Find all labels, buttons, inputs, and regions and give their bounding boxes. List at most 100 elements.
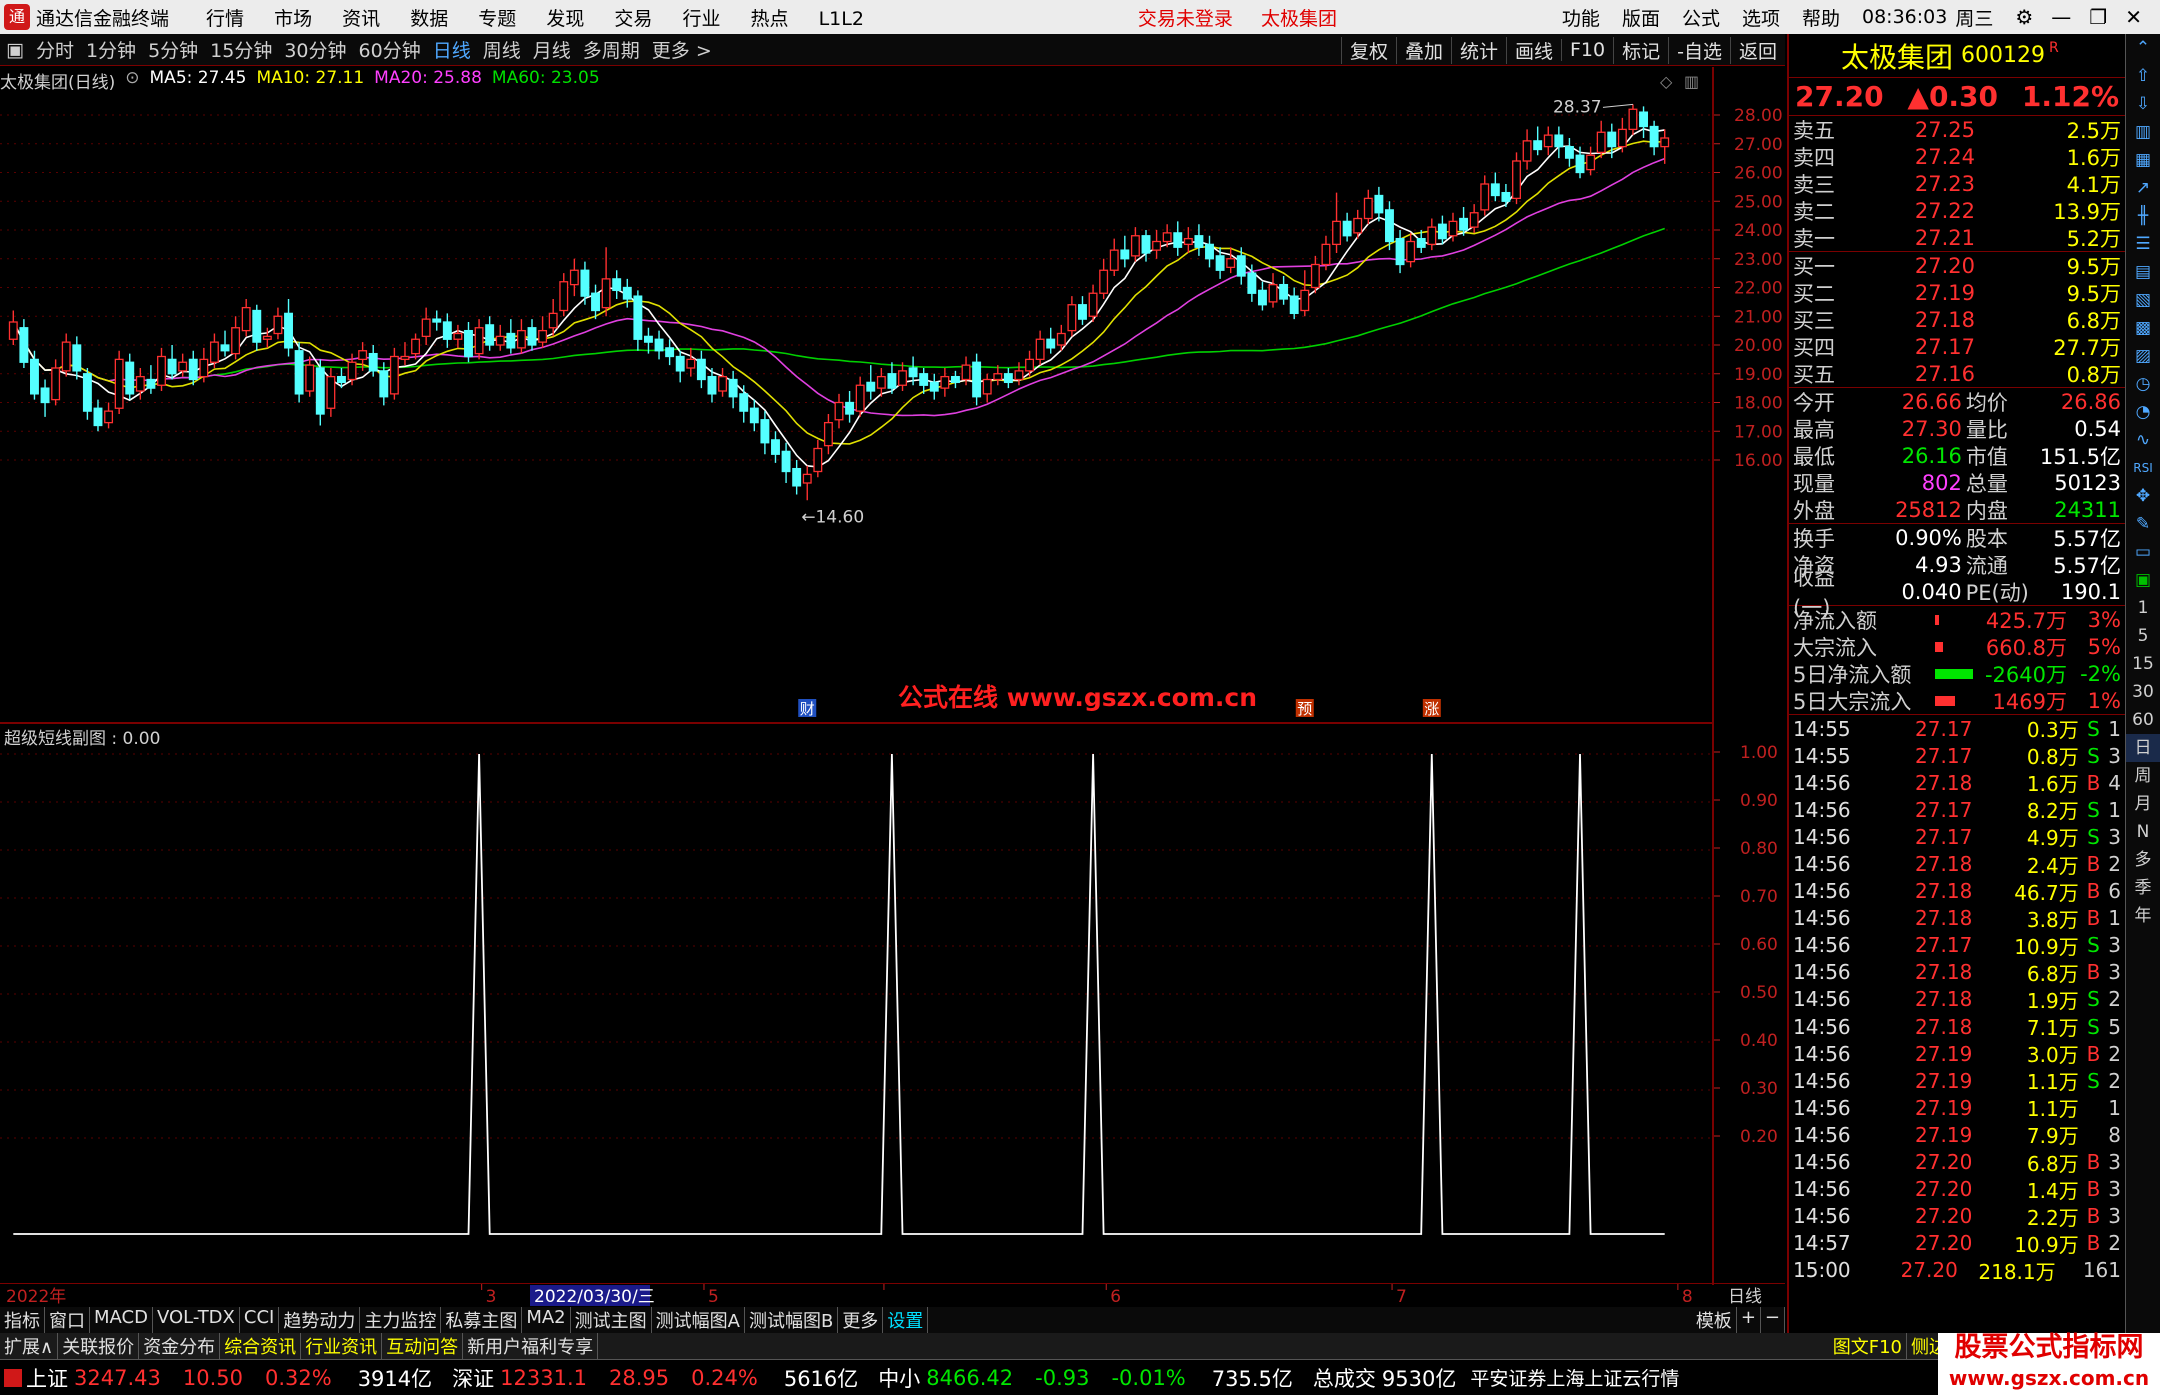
menu-discover[interactable]: 发现 [546, 4, 584, 31]
tool-back[interactable]: 返回 [1729, 36, 1785, 64]
tool-drawing[interactable]: 画线 [1505, 36, 1561, 64]
tab-related-quotes[interactable]: 关联报价 [58, 1333, 140, 1359]
period-15min[interactable]: 15分钟 [210, 36, 272, 63]
menu-formula[interactable]: 公式 [1682, 4, 1720, 31]
sidebar-list-icon[interactable]: ☰ [2126, 230, 2160, 258]
zx-name[interactable]: 中小 [878, 1363, 920, 1393]
sidebar-table-icon[interactable]: ▦ [2126, 146, 2160, 174]
tab-new-user[interactable]: 新用户福利专享 [463, 1333, 599, 1359]
close-icon[interactable]: ✕ [2125, 5, 2142, 29]
menu-quotes[interactable]: 行情 [206, 4, 244, 31]
tool-remove-watchlist[interactable]: -自选 [1668, 36, 1730, 64]
sidebar-trend-icon[interactable]: ↗ [2126, 174, 2160, 202]
sidebar-fs-icon[interactable]: ▭ [2126, 538, 2160, 566]
sidebar-period-15[interactable]: 15 [2126, 650, 2160, 678]
menu-help[interactable]: 帮助 [1802, 4, 1840, 31]
remove-window-button[interactable]: − [1761, 1307, 1785, 1333]
period-more[interactable]: 更多 > [652, 36, 712, 63]
sidebar-f10-icon[interactable]: ▤ [2126, 258, 2160, 286]
menu-layout[interactable]: 版面 [1622, 4, 1660, 31]
sidebar-period-year[interactable]: 年 [2126, 902, 2160, 930]
menu-function[interactable]: 功能 [1562, 4, 1600, 31]
tab-expand[interactable]: 扩展∧ [0, 1333, 59, 1359]
sidebar-period-week[interactable]: 周 [2126, 762, 2160, 790]
menu-hot[interactable]: 热点 [751, 4, 789, 31]
sidebar-arrow-down-icon[interactable]: ⇩ [2126, 90, 2160, 118]
minimize-icon[interactable]: — [2051, 5, 2071, 29]
sidebar-period-1[interactable]: 1 [2126, 594, 2160, 622]
restore-icon[interactable]: ❐ [2089, 5, 2107, 29]
tab-cci[interactable]: CCI [240, 1307, 280, 1333]
tool-f10[interactable]: F10 [1561, 39, 1613, 61]
tab-window[interactable]: 窗口 [45, 1307, 90, 1333]
tab-industry-news[interactable]: 行业资讯 [301, 1333, 383, 1359]
period-intraday[interactable]: 分时 [36, 36, 74, 63]
period-weekly[interactable]: 周线 [483, 36, 521, 63]
sidebar-grid-icon[interactable]: ▩ [2126, 314, 2160, 342]
tool-statistics[interactable]: 统计 [1450, 36, 1506, 64]
period-daily[interactable]: 日线 [433, 36, 471, 63]
period-60min[interactable]: 60分钟 [359, 36, 421, 63]
period-multi[interactable]: 多周期 [583, 36, 640, 63]
tab-indicator[interactable]: 指标 [0, 1307, 45, 1333]
sidebar-wave-icon[interactable]: ∿ [2126, 426, 2160, 454]
sidebar-period-5[interactable]: 5 [2126, 622, 2160, 650]
period-5min[interactable]: 5分钟 [148, 36, 198, 63]
menu-industry[interactable]: 行业 [682, 4, 720, 31]
sidebar-period-multi[interactable]: 多 [2126, 846, 2160, 874]
sidebar-arrow-up-icon[interactable]: ⇧ [2126, 62, 2160, 90]
tab-template[interactable]: 模板 [1692, 1307, 1737, 1333]
add-window-button[interactable]: + [1737, 1307, 1761, 1333]
tab-settings[interactable]: 设置 [883, 1307, 929, 1333]
tab-test-sub-a[interactable]: 测试幅图A [652, 1307, 745, 1333]
sidebar-pie-icon[interactable]: ◔ [2126, 398, 2160, 426]
sidebar-period-month[interactable]: 月 [2126, 790, 2160, 818]
tab-test-sub-b[interactable]: 测试幅图B [745, 1307, 839, 1333]
tool-mark[interactable]: 标记 [1613, 36, 1668, 64]
sidebar-period-60[interactable]: 60 [2126, 706, 2160, 734]
indicator-subchart[interactable] [0, 722, 1712, 1285]
sh-name[interactable]: 上证 [26, 1363, 68, 1393]
tab-vol-tdx[interactable]: VOL-TDX [153, 1307, 240, 1333]
period-monthly[interactable]: 月线 [533, 36, 571, 63]
sidebar-period-season[interactable]: 季 [2126, 874, 2160, 902]
tab-fund-distribution[interactable]: 资金分布 [139, 1333, 221, 1359]
tab-trend-power[interactable]: 趋势动力 [279, 1307, 361, 1333]
sidebar-chart-icon[interactable]: ▥ [2126, 118, 2160, 146]
tab-more[interactable]: 更多 [838, 1307, 884, 1333]
menu-l1l2[interactable]: L1L2 [819, 8, 864, 30]
menu-trade[interactable]: 交易 [614, 4, 652, 31]
tab-macd[interactable]: MACD [90, 1307, 153, 1333]
period-30min[interactable]: 30分钟 [284, 36, 346, 63]
candlestick-chart[interactable]: 28.37 ←14.60 财 预 涨 ◇ ▥ [0, 67, 1712, 722]
tab-f10-graphic[interactable]: 图文F10 [1829, 1333, 1907, 1359]
menu-options[interactable]: 选项 [1742, 4, 1780, 31]
sidebar-rsi-icon[interactable]: RSI [2126, 454, 2160, 482]
tick-list[interactable]: 14:55 27.17 0.3万 S 1 14:55 27.17 0.8万 S 3 14:56 27.… [1789, 715, 2125, 1284]
sidebar-up-icon[interactable]: ⌃ [2126, 34, 2160, 62]
tab-general-news[interactable]: 综合资讯 [220, 1333, 302, 1359]
tab-main-monitor[interactable]: 主力监控 [360, 1307, 442, 1333]
settings-icon[interactable]: ⚙ [2015, 5, 2033, 29]
tool-restore-rights[interactable]: 复权 [1340, 36, 1396, 64]
tab-private-main[interactable]: 私募主图 [441, 1307, 523, 1333]
tab-ma2[interactable]: MA2 [522, 1307, 571, 1333]
tool-overlay[interactable]: 叠加 [1395, 36, 1451, 64]
sidebar-period-n[interactable]: N [2126, 818, 2160, 846]
tab-test-main[interactable]: 测试主图 [571, 1307, 652, 1333]
sidebar-period-30[interactable]: 30 [2126, 678, 2160, 706]
sidebar-doc-icon[interactable]: ▧ [2126, 286, 2160, 314]
period-1min[interactable]: 1分钟 [86, 36, 136, 63]
sidebar-candle-icon[interactable]: ╫ [2126, 202, 2160, 230]
sz-name[interactable]: 深证 [452, 1363, 494, 1393]
tab-qa[interactable]: 互动问答 [382, 1333, 464, 1359]
sidebar-period-day[interactable]: 日 [2126, 734, 2160, 762]
sidebar-f2-icon[interactable]: ▨ [2126, 342, 2160, 370]
sidebar-clock-icon[interactable]: ◷ [2126, 370, 2160, 398]
menu-topics[interactable]: 专题 [478, 4, 516, 31]
menu-data[interactable]: 数据 [410, 4, 448, 31]
sidebar-pen-icon[interactable]: ✎ [2126, 510, 2160, 538]
sidebar-excel-icon[interactable]: ▣ [2126, 566, 2160, 594]
menu-market[interactable]: 市场 [274, 4, 312, 31]
sidebar-move-icon[interactable]: ✥ [2126, 482, 2160, 510]
